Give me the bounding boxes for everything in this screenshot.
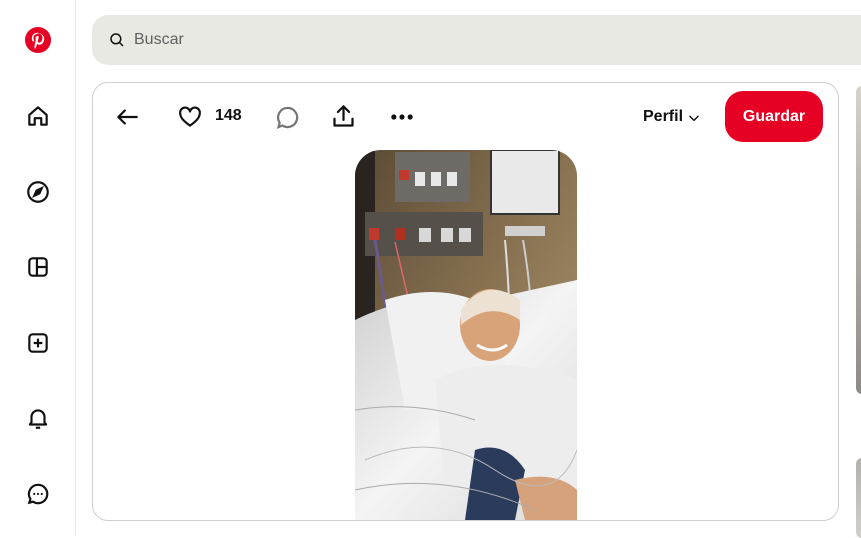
pinterest-logo-icon[interactable] <box>22 24 54 56</box>
adjacent-pin-thumbnail[interactable] <box>856 86 861 394</box>
create-icon[interactable] <box>22 327 54 359</box>
like-count: 148 <box>215 107 242 124</box>
profile-label: Perfil <box>643 108 684 125</box>
chat-icon[interactable] <box>22 478 54 510</box>
search-bar[interactable] <box>92 15 861 65</box>
home-icon[interactable] <box>22 100 54 132</box>
more-horizontal-icon <box>391 114 413 120</box>
profile-dropdown[interactable]: Perfil <box>643 105 701 129</box>
sidebar <box>0 0 76 535</box>
back-button[interactable] <box>111 101 143 133</box>
like-button[interactable] <box>175 101 205 133</box>
share-icon <box>332 104 354 127</box>
more-options-button[interactable] <box>385 101 419 133</box>
adjacent-pin-thumbnail[interactable] <box>856 458 861 538</box>
heart-icon <box>179 106 201 127</box>
search-input[interactable] <box>134 31 734 49</box>
search-icon <box>110 33 124 47</box>
pin-card: 148 Perfil Guardar <box>92 82 839 521</box>
compass-icon[interactable] <box>22 176 54 208</box>
comment-button[interactable] <box>271 101 303 133</box>
chevron-down-icon <box>689 115 699 122</box>
share-button[interactable] <box>327 99 359 133</box>
bell-icon[interactable] <box>22 402 54 434</box>
hospital-photo <box>355 150 577 520</box>
save-button[interactable]: Guardar <box>725 91 823 142</box>
boards-icon[interactable] <box>22 251 54 283</box>
arrow-left-icon <box>117 109 138 125</box>
comment-icon <box>276 106 298 129</box>
pin-image[interactable] <box>355 150 577 520</box>
